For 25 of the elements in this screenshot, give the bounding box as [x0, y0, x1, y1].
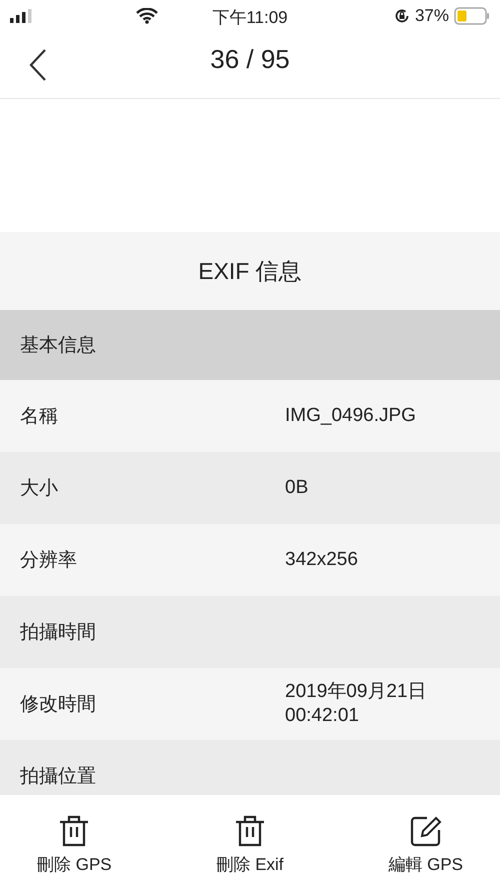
field-value: IMG_0496.JPG [285, 404, 416, 428]
section-header: 基本信息 [0, 310, 500, 380]
signal-icon [10, 9, 34, 23]
field-value: 342x256 [285, 548, 358, 572]
toolbar-button[interactable]: 刪除 GPS [25, 795, 124, 888]
battery-percent: 37% [414, 6, 449, 26]
wifi-icon [136, 8, 158, 24]
field-label: 拍攝位置 [20, 765, 97, 789]
exif-title: EXIF 信息 [198, 256, 302, 286]
page-title: 36 / 95 [210, 44, 290, 74]
field-label: 分辨率 [20, 549, 78, 573]
field-label: 修改時間 [20, 693, 97, 717]
field-value: 0B [285, 476, 308, 500]
trash-icon [235, 815, 265, 847]
field-value: 2019年09月21日 00:42:01 [285, 680, 427, 728]
field-label: 大小 [20, 477, 59, 501]
rotation-lock-icon [394, 8, 410, 24]
battery-icon [454, 7, 490, 25]
toolbar-button[interactable]: 刪除 Exif [204, 795, 296, 888]
trash-icon [59, 815, 90, 847]
status-time: 下午11:09 [212, 8, 288, 27]
toolbar-button[interactable]: 編輯 GPS [376, 795, 475, 888]
edit-icon [410, 815, 442, 847]
field-label: 名稱 [20, 405, 59, 429]
field-label: 拍攝時間 [20, 621, 97, 645]
